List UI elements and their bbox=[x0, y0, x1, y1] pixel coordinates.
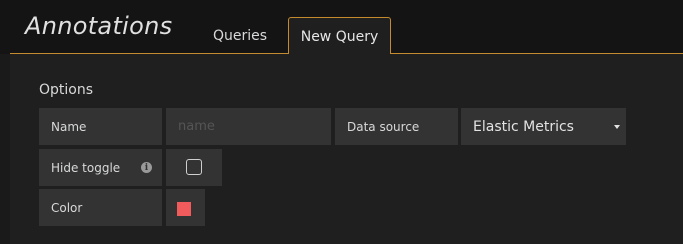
section-title-options: Options bbox=[39, 82, 94, 98]
page-title: Annotations bbox=[25, 12, 173, 40]
tab-queries[interactable]: Queries bbox=[199, 17, 281, 54]
caret-down-icon bbox=[614, 125, 620, 129]
data-source-select[interactable]: Elastic Metrics bbox=[461, 108, 626, 145]
header: Annotations Queries New Query bbox=[0, 0, 683, 55]
hide-toggle-cell bbox=[166, 149, 222, 186]
hide-toggle-checkbox[interactable] bbox=[186, 159, 202, 175]
color-swatch[interactable] bbox=[177, 202, 191, 216]
info-icon[interactable]: i bbox=[141, 162, 152, 173]
color-label: Color bbox=[39, 189, 162, 226]
hide-toggle-label-text: Hide toggle bbox=[51, 160, 121, 175]
color-picker-cell bbox=[166, 189, 205, 226]
data-source-label: Data source bbox=[335, 108, 458, 145]
data-source-value: Elastic Metrics bbox=[473, 118, 574, 135]
name-label: Name bbox=[39, 108, 162, 145]
hide-toggle-label: Hide toggle i bbox=[39, 149, 162, 186]
name-input[interactable] bbox=[166, 108, 331, 145]
tab-new-query[interactable]: New Query bbox=[288, 17, 391, 55]
